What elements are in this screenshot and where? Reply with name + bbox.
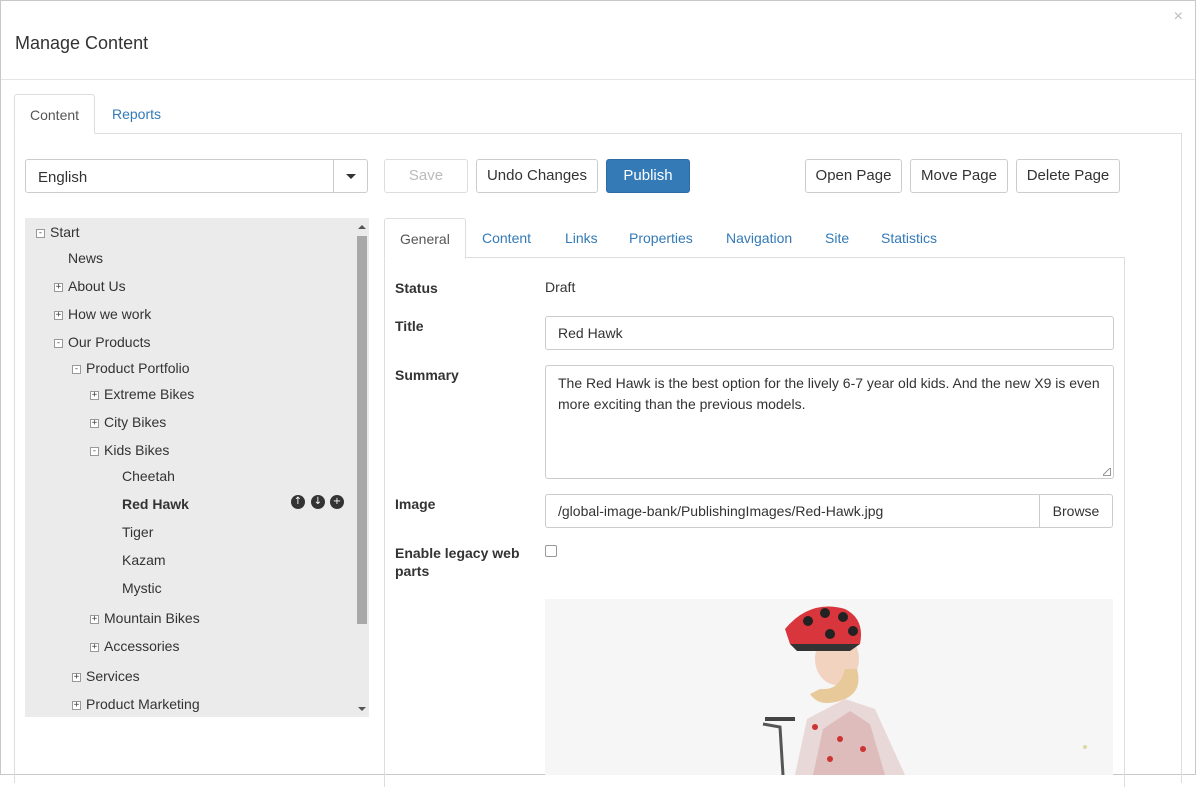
tree-item-kazam[interactable]: Kazam bbox=[122, 552, 166, 572]
top-tab-bar: Content Reports bbox=[14, 94, 1182, 134]
legacy-web-parts-checkbox[interactable] bbox=[545, 545, 557, 557]
move-page-button[interactable]: Move Page bbox=[910, 159, 1008, 193]
page-properties-tab-bar: General Content Links Properties Navigat… bbox=[384, 218, 1125, 259]
collapse-icon[interactable]: - bbox=[54, 339, 63, 348]
tree-item-product-marketing[interactable]: Product Marketing bbox=[86, 696, 200, 716]
image-label: Image bbox=[395, 496, 436, 512]
collapse-icon[interactable]: - bbox=[90, 447, 99, 456]
tab-reports[interactable]: Reports bbox=[97, 94, 176, 134]
chevron-down-icon[interactable] bbox=[333, 160, 367, 192]
tab-properties[interactable]: Properties bbox=[614, 218, 708, 259]
legacy-web-parts-label: Enable legacy web parts bbox=[395, 545, 520, 579]
close-icon[interactable]: × bbox=[1174, 9, 1183, 25]
child-on-bike-photo bbox=[545, 599, 1113, 775]
expand-icon[interactable]: + bbox=[90, 615, 99, 624]
tree-item-tiger[interactable]: Tiger bbox=[122, 524, 153, 544]
title-label: Title bbox=[395, 318, 424, 334]
tab-links[interactable]: Links bbox=[550, 218, 613, 259]
expand-icon[interactable]: + bbox=[54, 311, 63, 320]
language-select-value: English bbox=[38, 169, 88, 186]
tree-item-how-we-work[interactable]: How we work bbox=[68, 306, 151, 326]
collapse-icon[interactable]: - bbox=[36, 229, 45, 238]
tree-item-product-portfolio[interactable]: Product Portfolio bbox=[86, 360, 190, 380]
scrollbar-thumb[interactable] bbox=[357, 236, 367, 624]
language-select[interactable]: English bbox=[25, 159, 368, 193]
expand-icon[interactable]: + bbox=[90, 643, 99, 652]
open-page-button[interactable]: Open Page bbox=[805, 159, 902, 193]
resize-handle-icon[interactable] bbox=[1103, 468, 1111, 476]
expand-icon[interactable]: + bbox=[54, 283, 63, 292]
status-label: Status bbox=[395, 280, 438, 296]
publish-button[interactable]: Publish bbox=[606, 159, 690, 193]
tree-item-kids-bikes[interactable]: Kids Bikes bbox=[104, 442, 169, 462]
arrow-up-circle-icon[interactable]: ↑ bbox=[291, 495, 305, 509]
page-tree: - Start News + About Us + How we work - Our Prod… bbox=[25, 218, 369, 717]
dialog-header: Manage Content × bbox=[1, 1, 1195, 80]
tree-item-mountain-bikes[interactable]: Mountain Bikes bbox=[104, 610, 200, 630]
plus-circle-icon[interactable]: + bbox=[330, 495, 344, 509]
summary-text: The Red Hawk is the best option for the … bbox=[558, 375, 1100, 412]
expand-icon[interactable]: + bbox=[72, 673, 81, 682]
undo-changes-button[interactable]: Undo Changes bbox=[476, 159, 598, 193]
browse-button[interactable]: Browse bbox=[1039, 494, 1113, 528]
tree-item-services[interactable]: Services bbox=[86, 668, 140, 688]
expand-icon[interactable]: + bbox=[90, 419, 99, 428]
tab-navigation[interactable]: Navigation bbox=[711, 218, 807, 259]
tree-item-news[interactable]: News bbox=[68, 250, 103, 270]
title-field[interactable]: Red Hawk bbox=[545, 316, 1114, 350]
tab-content[interactable]: Content bbox=[14, 94, 96, 134]
expand-icon[interactable]: + bbox=[72, 701, 81, 710]
tree-item-start[interactable]: Start bbox=[50, 224, 80, 244]
image-preview bbox=[545, 599, 1113, 775]
scroll-up-icon[interactable] bbox=[358, 225, 366, 229]
tree-item-about-us[interactable]: About Us bbox=[68, 278, 126, 298]
tree-item-our-products[interactable]: Our Products bbox=[68, 334, 150, 354]
collapse-icon[interactable]: - bbox=[72, 365, 81, 374]
tree-item-mystic[interactable]: Mystic bbox=[122, 580, 162, 600]
tree-item-accessories[interactable]: Accessories bbox=[104, 638, 179, 658]
tree-item-extreme-bikes[interactable]: Extreme Bikes bbox=[104, 386, 194, 406]
scroll-down-icon[interactable] bbox=[358, 707, 366, 711]
delete-page-button[interactable]: Delete Page bbox=[1016, 159, 1120, 193]
arrow-down-circle-icon[interactable]: ↓ bbox=[311, 495, 325, 509]
tree-scrollbar[interactable] bbox=[353, 218, 369, 717]
save-button[interactable]: Save bbox=[384, 159, 468, 193]
tab-page-content[interactable]: Content bbox=[467, 218, 546, 259]
tab-site[interactable]: Site bbox=[810, 218, 864, 259]
dialog-title: Manage Content bbox=[15, 33, 149, 53]
summary-field[interactable]: The Red Hawk is the best option for the … bbox=[545, 365, 1114, 479]
tree-item-cheetah[interactable]: Cheetah bbox=[122, 468, 175, 488]
tab-statistics[interactable]: Statistics bbox=[866, 218, 952, 259]
summary-label: Summary bbox=[395, 367, 459, 383]
expand-icon[interactable]: + bbox=[90, 391, 99, 400]
tab-general[interactable]: General bbox=[384, 218, 466, 259]
tree-item-city-bikes[interactable]: City Bikes bbox=[104, 414, 166, 434]
image-url-field[interactable]: /global-image-bank/PublishingImages/Red-… bbox=[545, 494, 1040, 528]
status-value: Draft bbox=[545, 279, 576, 295]
tree-item-red-hawk[interactable]: Red Hawk bbox=[122, 496, 189, 516]
